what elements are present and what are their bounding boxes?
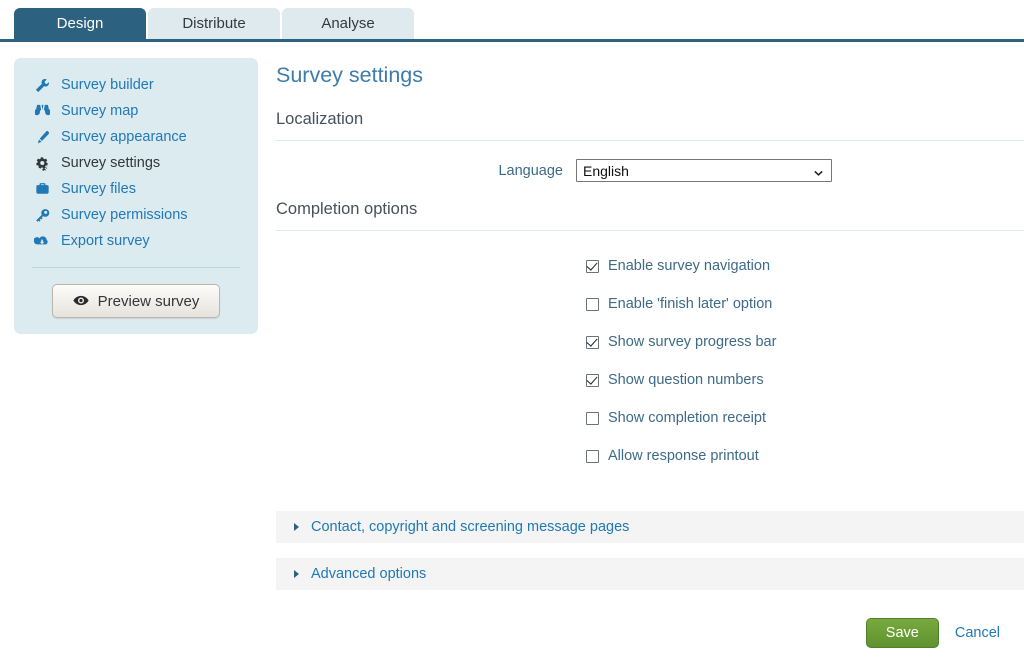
checkbox-enable-finish-later-option[interactable] [586, 297, 599, 311]
sidebar-item-survey-files[interactable]: Survey files [14, 176, 258, 202]
checkbox-label: Allow response printout [608, 448, 759, 464]
map-icon [32, 103, 52, 119]
form-footer: Save Cancel [0, 618, 1024, 648]
page-title: Survey settings [276, 63, 423, 87]
preview-survey-container: Preview survey [14, 284, 258, 318]
language-label: Language [498, 162, 563, 179]
cancel-link[interactable]: Cancel [955, 625, 1000, 641]
accordion-contact-copyright-screening[interactable]: Contact, copyright and screening message… [276, 511, 1024, 543]
tab-design-label: Design [56, 15, 104, 32]
sidebar-item-survey-appearance[interactable]: Survey appearance [14, 124, 258, 150]
checkbox-label: Show question numbers [608, 372, 764, 388]
language-select[interactable]: English [576, 159, 832, 182]
tab-analyse[interactable]: Analyse [282, 8, 414, 39]
tab-analyse-label: Analyse [321, 15, 375, 32]
triangle-right-icon [294, 570, 299, 578]
sidebar-item-survey-permissions[interactable]: Survey permissions [14, 202, 258, 228]
wrench-icon [32, 77, 52, 93]
accordion-label: Advanced options [311, 566, 427, 582]
completion-options-list: Enable survey navigation Enable 'finish … [276, 247, 1024, 475]
sidebar-item-label: Survey appearance [61, 129, 187, 145]
tab-design[interactable]: Design [14, 8, 146, 39]
checkbox-row-enable-survey-navigation[interactable]: Enable survey navigation [586, 247, 1024, 285]
sidebar-item-survey-builder[interactable]: Survey builder [14, 72, 258, 98]
checkbox-label: Show completion receipt [608, 410, 766, 426]
checkbox-show-question-numbers[interactable] [586, 373, 599, 387]
checkbox-row-show-question-numbers[interactable]: Show question numbers [586, 361, 1024, 399]
checkbox-label: Show survey progress bar [608, 334, 777, 350]
cloud-download-icon [32, 233, 52, 249]
pencil-icon [32, 129, 52, 145]
sidebar-item-survey-settings[interactable]: Survey settings [14, 150, 258, 176]
language-select-value: English [583, 162, 629, 179]
chevron-down-icon [813, 165, 824, 176]
eye-icon [73, 293, 89, 310]
sidebar-item-label: Export survey [61, 233, 150, 249]
tab-distribute-label: Distribute [182, 15, 246, 32]
main-content: Survey settings Localization Language En… [276, 58, 1024, 475]
sidebar-item-label: Survey files [61, 181, 136, 197]
top-tab-bar: Design Distribute Analyse [0, 0, 1024, 42]
preview-survey-label: Preview survey [97, 292, 200, 310]
checkbox-row-enable-finish-later-option[interactable]: Enable 'finish later' option [586, 285, 1024, 323]
triangle-right-icon [294, 523, 299, 531]
briefcase-icon [32, 181, 52, 197]
language-field-row: Language English [276, 159, 840, 182]
sidebar-item-label: Survey settings [61, 155, 161, 171]
localization-divider [276, 140, 1024, 141]
save-button[interactable]: Save [865, 618, 939, 648]
gears-icon [32, 155, 52, 171]
tab-distribute[interactable]: Distribute [148, 8, 280, 39]
key-icon [32, 207, 52, 223]
checkbox-allow-response-printout[interactable] [586, 449, 599, 463]
app-root: Design Distribute Analyse Survey builder [0, 0, 1024, 660]
checkbox-show-survey-progress-bar[interactable] [586, 335, 599, 349]
preview-survey-button[interactable]: Preview survey [51, 284, 221, 318]
sidebar-item-survey-map[interactable]: Survey map [14, 98, 258, 124]
tab-list: Design Distribute Analyse [14, 8, 416, 39]
localization-heading: Localization [276, 110, 364, 128]
completion-options-divider [276, 230, 1024, 231]
checkbox-enable-survey-navigation[interactable] [586, 259, 599, 273]
checkbox-row-show-survey-progress-bar[interactable]: Show survey progress bar [586, 323, 1024, 361]
checkbox-label: Enable 'finish later' option [608, 296, 773, 312]
sidebar-item-export-survey[interactable]: Export survey [14, 228, 258, 254]
sidebar: Survey builder Survey map Survey appeara… [14, 58, 258, 334]
sidebar-item-label: Survey builder [61, 77, 154, 93]
accordion-advanced-options[interactable]: Advanced options [276, 558, 1024, 590]
checkbox-row-show-completion-receipt[interactable]: Show completion receipt [586, 399, 1024, 437]
sidebar-item-label: Survey map [61, 103, 139, 119]
checkbox-show-completion-receipt[interactable] [586, 411, 599, 425]
completion-options-heading: Completion options [276, 200, 418, 218]
accordion-label: Contact, copyright and screening message… [311, 519, 630, 535]
checkbox-row-allow-response-printout[interactable]: Allow response printout [586, 437, 1024, 475]
sidebar-divider [32, 267, 240, 268]
sidebar-item-label: Survey permissions [61, 207, 188, 223]
checkbox-label: Enable survey navigation [608, 258, 771, 274]
